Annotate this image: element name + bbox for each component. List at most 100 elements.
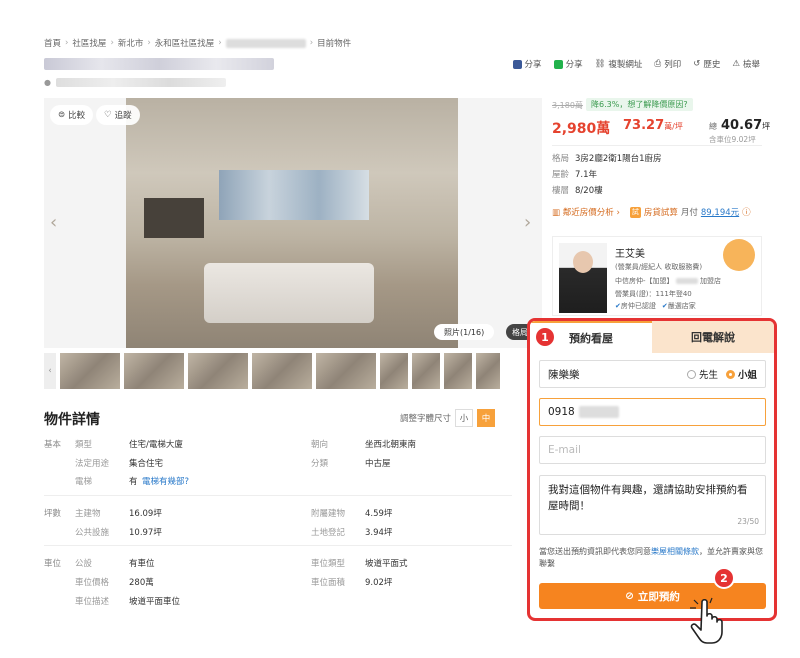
- font-size-small-button[interactable]: 小: [455, 409, 474, 427]
- agent-card[interactable]: 王艾美 (營業員/經紀人 收取服務費) 中信房仲-【加盟】 加盟店 營業員(證)…: [552, 236, 762, 316]
- font-size-medium-button[interactable]: 中: [477, 409, 496, 427]
- section-area: 坪數: [44, 509, 62, 519]
- track-button[interactable]: ♡ 追蹤: [96, 105, 140, 125]
- agent-role: (營業員/經紀人 收取服務費): [615, 263, 703, 271]
- thumbnail[interactable]: [380, 353, 408, 389]
- detail-value: 集合住宅: [129, 459, 164, 469]
- detail-value: 9.02坪: [365, 578, 393, 588]
- terms-link[interactable]: 樂屋相關條款: [651, 547, 699, 556]
- breadcrumb-redacted: [225, 38, 306, 48]
- agent-avatar: [573, 251, 593, 273]
- breadcrumb-home[interactable]: 首頁: [44, 37, 61, 49]
- email-field[interactable]: E-mail: [539, 436, 766, 464]
- photo-detail-sofa: [204, 263, 374, 323]
- next-photo-arrow-icon[interactable]: ›: [524, 212, 531, 233]
- analysis-row: ▥ 鄰近房價分析 › 試 房貸試算 月付 89,194元 ⓘ: [552, 206, 751, 218]
- photo-count-tab[interactable]: 照片(1/16): [434, 324, 495, 340]
- calculator-icon: 試: [629, 206, 641, 218]
- elevator-info-link[interactable]: 電梯有幾部?: [142, 475, 189, 487]
- detail-value: 中古屋: [365, 459, 391, 469]
- form-tabs: 預約看屋 回電解說: [530, 321, 774, 353]
- detail-value: 280萬: [129, 578, 154, 588]
- gender-female-radio[interactable]: 小姐: [725, 367, 757, 381]
- detail-label: 類型: [75, 440, 93, 450]
- history-icon: ↺: [693, 59, 701, 69]
- compare-icon: ⊜: [58, 110, 66, 120]
- divider: [44, 545, 512, 546]
- mascot-icon: [723, 239, 755, 271]
- chart-icon: ▥: [552, 208, 561, 218]
- printer-icon: ⎙: [654, 59, 662, 69]
- detail-value: 坐西北朝東南: [365, 440, 417, 450]
- submit-booking-button[interactable]: ⊘ 立即預約: [539, 583, 766, 609]
- total-price: 2,980萬: [552, 121, 611, 137]
- link-icon: ⛓: [594, 59, 606, 69]
- price-drop-badge[interactable]: 降6.3%，想了解降價原因?: [586, 98, 693, 111]
- copy-link-button[interactable]: ⛓ 複製網址: [595, 58, 643, 70]
- detail-label: 法定用途: [75, 459, 110, 469]
- detail-label: 公共設施: [75, 528, 110, 538]
- detail-label: 電梯: [75, 477, 93, 487]
- facebook-share-button[interactable]: 分享: [512, 58, 542, 70]
- tab-callback[interactable]: 回電解說: [652, 321, 774, 353]
- thumbnail[interactable]: [316, 353, 376, 389]
- agent-tags: ✔房仲已認證 ✔嚴選店家: [615, 301, 696, 311]
- detail-label: 車位價格: [75, 578, 110, 588]
- agent-name: 王艾美: [615, 249, 645, 260]
- thumbnail[interactable]: [476, 353, 500, 389]
- location-pin-icon: ●: [44, 78, 51, 87]
- step-marker-1: 1: [534, 326, 556, 348]
- spec-age: 屋齡 7.1年: [552, 170, 598, 180]
- spec-floor: 樓層 8/20樓: [552, 186, 603, 196]
- breadcrumb-community[interactable]: 社區找屋: [72, 37, 106, 49]
- total-area: 40.67坪: [721, 118, 771, 133]
- print-button[interactable]: ⎙ 列印: [654, 58, 681, 70]
- gender-options: 先生 小姐: [686, 367, 757, 381]
- thumbnail[interactable]: [188, 353, 248, 389]
- area-prefix: 總: [709, 122, 717, 131]
- agent-license: 營業員(證)：111年登40: [615, 290, 692, 298]
- spec-layout: 格局 3房2廳2衛1陽台1廚房: [552, 154, 662, 164]
- heart-icon: ♡: [104, 110, 112, 120]
- thumbnail[interactable]: [252, 353, 312, 389]
- thumbnail[interactable]: [60, 353, 120, 389]
- thumbnail[interactable]: [444, 353, 472, 389]
- thumbnail-prev-icon[interactable]: ‹: [44, 353, 56, 389]
- detail-label: 朝向: [311, 440, 329, 450]
- unit-price: 73.27萬/坪: [623, 118, 683, 133]
- prev-photo-arrow-icon[interactable]: ‹: [50, 212, 57, 233]
- detail-label: 附屬建物: [311, 509, 346, 519]
- char-counter: 23/50: [737, 517, 759, 526]
- selected-store-badge: ✔嚴選店家: [661, 302, 696, 310]
- loan-calculator-link[interactable]: 試 房貸試算 月付 89,194元 ⓘ: [629, 206, 751, 218]
- breadcrumb-district[interactable]: 永和區社區找屋: [155, 37, 215, 49]
- price-analysis-link[interactable]: ▥ 鄰近房價分析 ›: [552, 206, 620, 218]
- section-basic: 基本: [44, 440, 62, 450]
- detail-label: 分類: [311, 459, 329, 469]
- detail-value: 16.09坪: [129, 509, 162, 519]
- thumbnail[interactable]: [412, 353, 440, 389]
- detail-value: 有: [129, 477, 138, 487]
- history-button[interactable]: ↺ 歷史: [693, 58, 720, 70]
- detail-label: 土地登記: [311, 528, 346, 538]
- phone-field[interactable]: 0918: [539, 398, 766, 426]
- detail-value: 3.94坪: [365, 528, 393, 538]
- thumbnail[interactable]: [124, 353, 184, 389]
- section-parking: 車位: [44, 559, 62, 569]
- name-field[interactable]: 陳樂樂 先生 小姐: [539, 360, 766, 388]
- breadcrumb-city[interactable]: 新北市: [118, 37, 144, 49]
- details-title: 物件詳情: [44, 412, 100, 428]
- consent-text: 當您送出預約資訊即代表您同意樂屋相關條款，並允許賣家與您聯繫: [539, 547, 763, 568]
- warning-icon: ⚠: [732, 59, 740, 69]
- compare-button[interactable]: ⊜ 比較: [50, 105, 94, 125]
- info-icon: ⓘ: [742, 208, 751, 218]
- check-circle-icon: ⊘: [625, 590, 634, 602]
- report-button[interactable]: ⚠ 檢舉: [732, 58, 760, 70]
- message-textarea[interactable]: 我對這個物件有興趣，還請協助安排預約看屋時間！ 23/50: [539, 475, 766, 535]
- line-share-button[interactable]: 分享: [553, 58, 583, 70]
- gender-male-radio[interactable]: 先生: [686, 367, 718, 381]
- photo-gallery: ⊜ 比較 ♡ 追蹤 ‹ › 照片(1/16) 格局: [44, 98, 542, 348]
- agent-branch: 中信房仲-【加盟】 加盟店: [615, 277, 721, 285]
- step-marker-2: 2: [713, 567, 735, 589]
- detail-value: 4.59坪: [365, 509, 393, 519]
